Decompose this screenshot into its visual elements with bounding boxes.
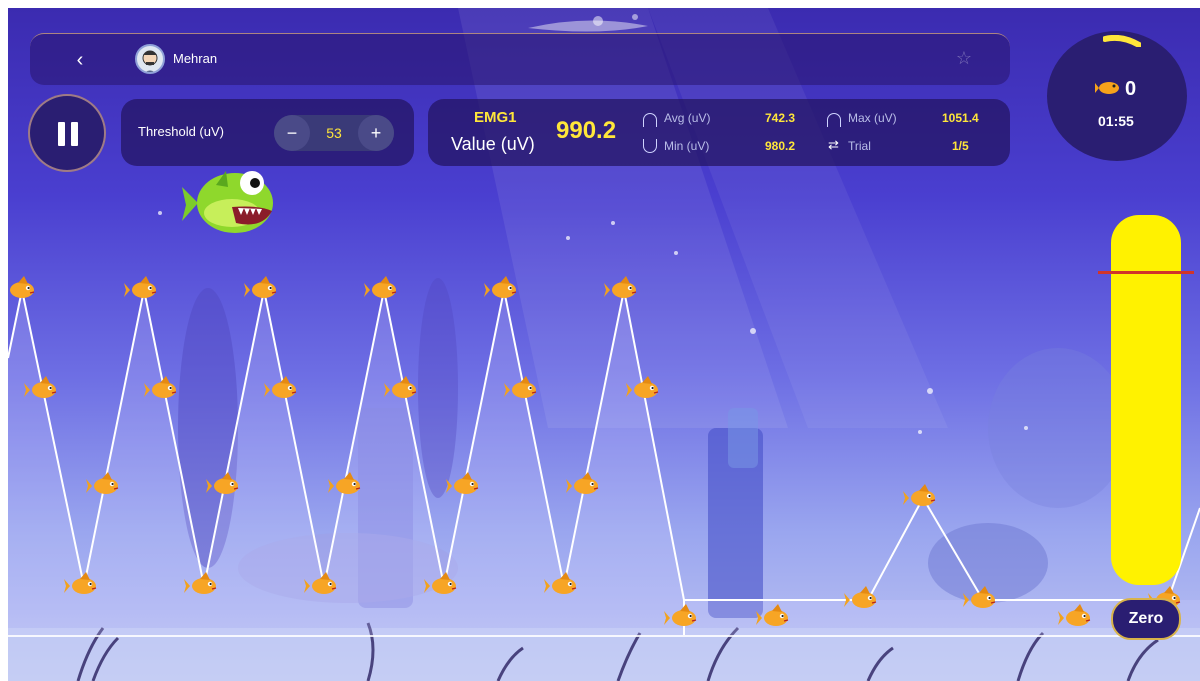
pause-button[interactable] (28, 94, 106, 172)
user-name: Mehran (173, 51, 218, 66)
target-fish (124, 276, 157, 298)
avatar (135, 44, 165, 74)
pause-icon-bar-right (71, 122, 78, 146)
min-icon (643, 139, 657, 153)
fish-count: 0 (1125, 78, 1137, 100)
avg-icon (643, 113, 657, 127)
player-fish (182, 171, 273, 233)
min-label: Min (uV) (664, 139, 710, 153)
fish-count-icon (1095, 82, 1119, 94)
target-fish (484, 276, 517, 298)
target-fish (604, 276, 637, 298)
min-value: 980.2 (765, 139, 796, 153)
top-bar: ‹ Mehran ☆ (30, 33, 1010, 85)
threshold-value: 53 (326, 125, 342, 141)
target-fish (244, 276, 277, 298)
star-icon[interactable]: ☆ (956, 48, 972, 69)
threshold-panel: Threshold (uV) − 53 + (121, 99, 414, 166)
trial-label: Trial (848, 139, 871, 153)
zero-button[interactable]: Zero (1111, 598, 1181, 640)
threshold-marker (1098, 271, 1194, 274)
avg-label: Avg (uV) (664, 111, 711, 125)
pause-icon-bar-left (58, 122, 65, 146)
baseline (8, 635, 1200, 637)
threshold-stepper: − 53 + (274, 115, 394, 151)
threshold-decrease-button[interactable]: − (274, 115, 310, 151)
emg-value-label: Value (uV) (451, 134, 535, 154)
emg-value: 990.2 (556, 117, 617, 144)
max-icon (827, 113, 841, 127)
target-fish (364, 276, 397, 298)
timer-arc (1103, 35, 1141, 47)
max-value: 1051.4 (942, 111, 979, 125)
timer: 01:55 (1098, 113, 1134, 129)
user-avatar-icon (142, 50, 158, 72)
emg-channel: EMG1 (474, 109, 517, 126)
avg-value: 742.3 (765, 111, 796, 125)
threshold-increase-button[interactable]: + (358, 115, 394, 151)
repeat-icon: ⇄ (828, 137, 839, 152)
game-scene: ‹ Mehran ☆ Threshold (uV) − 53 + EMG1 Va… (8, 8, 1200, 681)
target-fish (903, 484, 936, 506)
trial-value: 1/5 (952, 139, 969, 153)
threshold-label: Threshold (uV) (138, 124, 224, 139)
emg-stats-panel: EMG1 Value (uV) 990.2 Avg (uV) 742.3 Min… (428, 99, 1010, 166)
max-label: Max (uV) (848, 111, 897, 125)
score-panel: 0 01:55 (1047, 31, 1187, 161)
target-fish (10, 276, 35, 298)
back-button[interactable]: ‹ (66, 46, 94, 74)
